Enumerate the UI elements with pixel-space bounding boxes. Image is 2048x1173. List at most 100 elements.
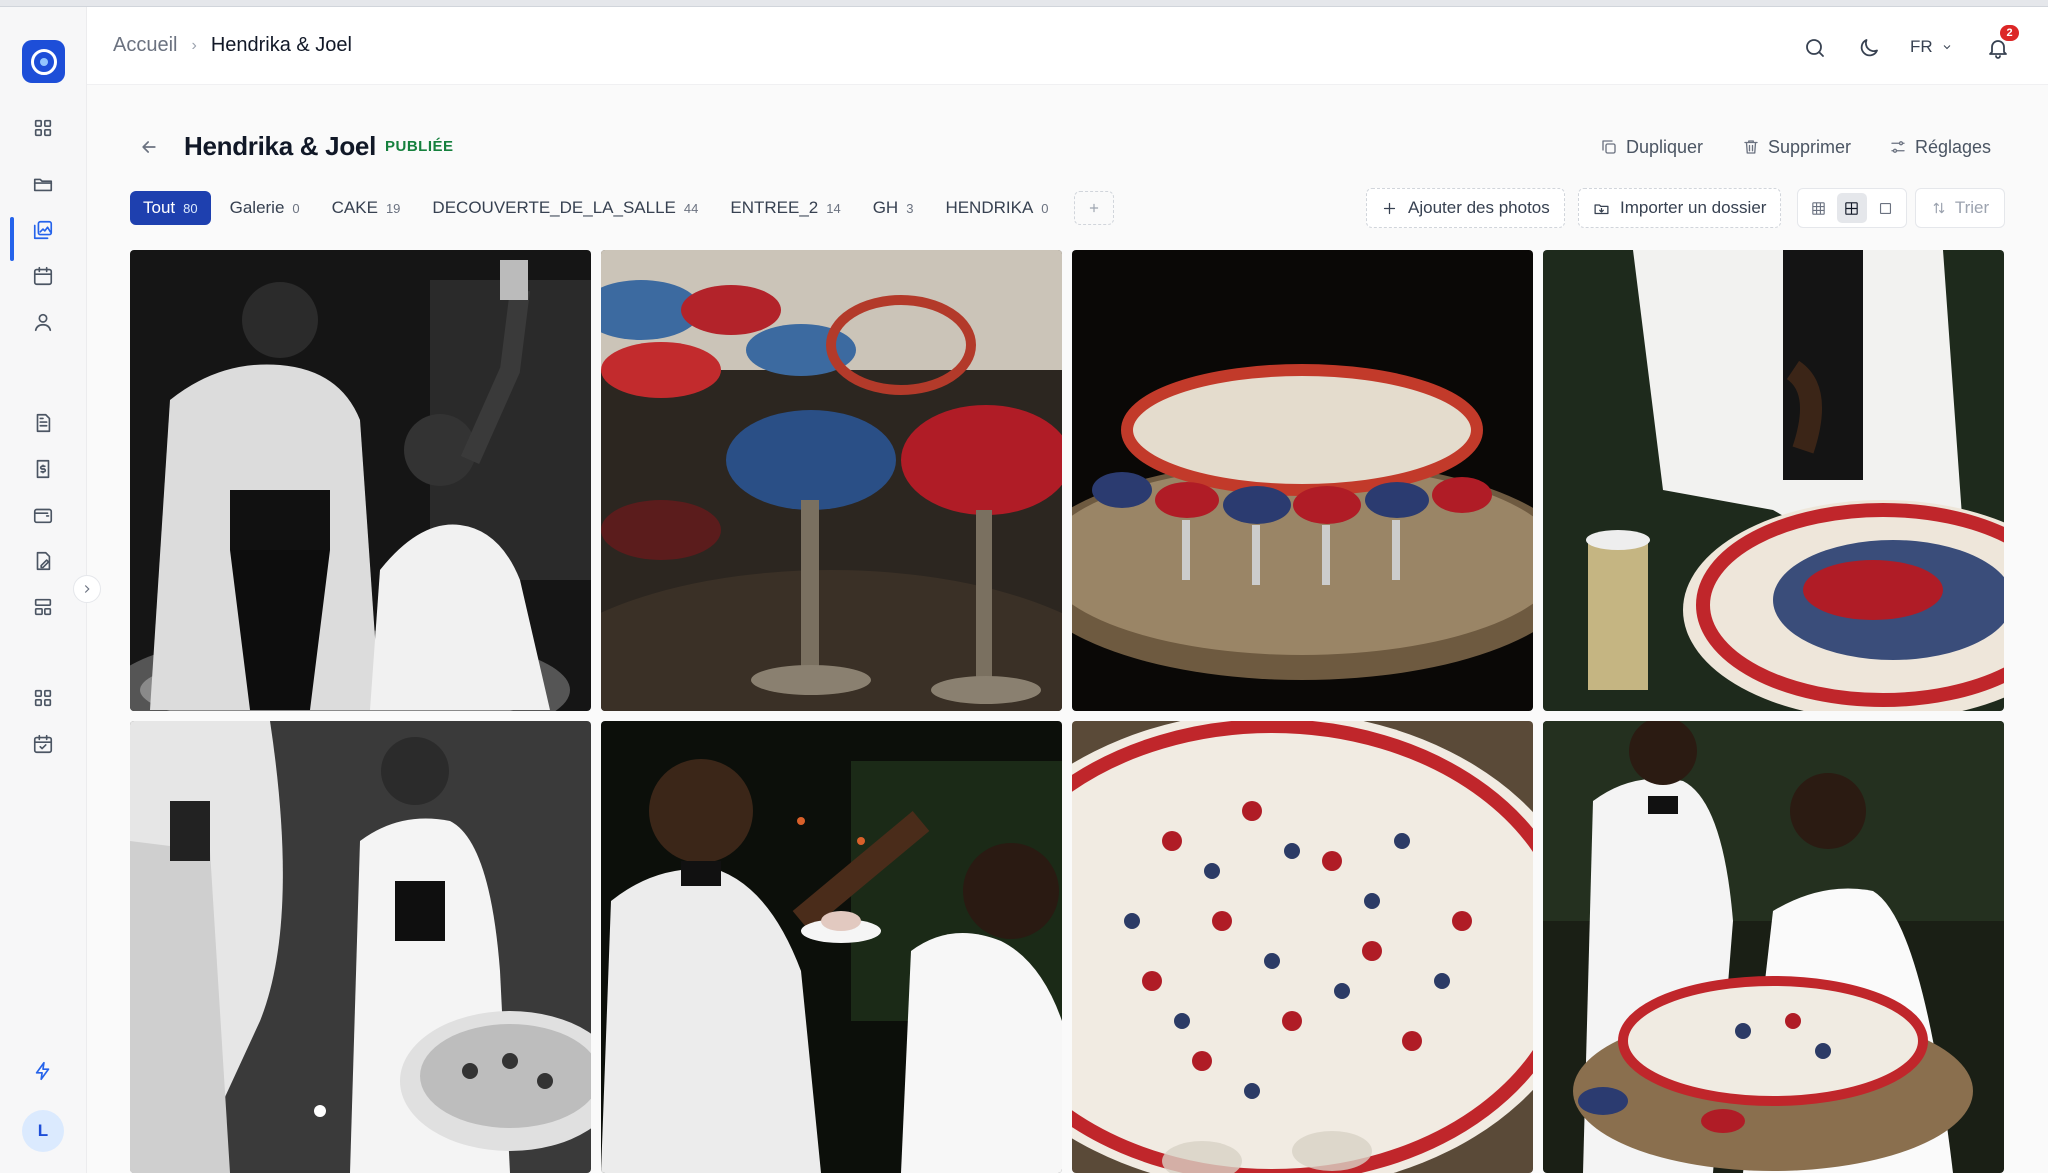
chevron-down-icon	[1943, 45, 1951, 50]
language-label: FR	[1910, 37, 1933, 56]
language-select[interactable]: FR	[1910, 37, 1953, 57]
view-medium-grid-button[interactable]	[1836, 193, 1867, 223]
tab-count: 0	[1041, 200, 1049, 216]
top-header: Accueil › Hendrika & Joel FR 2	[87, 7, 2048, 85]
notifications-bell-icon[interactable]: 2	[1984, 25, 2019, 62]
dark-mode-icon[interactable]	[1855, 34, 1883, 62]
view-large-button[interactable]	[1870, 193, 1900, 223]
add-photos-label: Ajouter des photos	[1408, 198, 1550, 217]
tab-label: Tout	[143, 198, 176, 217]
photo-thumbnail[interactable]	[601, 250, 1062, 711]
search-icon[interactable]	[1801, 34, 1829, 62]
app-logo[interactable]	[22, 40, 65, 83]
photo-cake-with-champagne	[1543, 250, 2004, 711]
delete-label: Supprimer	[1768, 136, 1852, 157]
add-photos-button[interactable]: Ajouter des photos	[1366, 188, 1565, 228]
tab-count: 44	[683, 200, 699, 216]
plus-icon	[1383, 202, 1396, 214]
notifications-badge: 2	[2000, 25, 2019, 41]
avatar[interactable]: L	[22, 1110, 64, 1152]
apps-icon[interactable]	[30, 685, 56, 711]
tab-label: DECOUVERTE_DE_LA_SALLE	[432, 198, 676, 217]
sidebar-active-indicator	[10, 217, 14, 261]
tab-gh[interactable]: GH 3	[860, 191, 927, 225]
logo-ring-icon	[30, 48, 57, 75]
window-top-edge	[0, 0, 2048, 7]
sidebar-expand-button[interactable]	[73, 575, 101, 603]
page-title: Hendrika & Joel	[184, 131, 377, 161]
square-icon	[1879, 202, 1891, 214]
tab-galerie[interactable]: Galerie 0	[217, 191, 313, 225]
photo-berries-glasses	[601, 250, 1062, 711]
tab-label: Galerie	[229, 198, 285, 217]
tab-entree-2[interactable]: ENTREE_2 14	[717, 191, 853, 225]
grid-small-icon	[1812, 201, 1825, 215]
sliders-icon	[1891, 141, 1905, 153]
view-size-toggle	[1797, 188, 1907, 228]
chevron-right-icon	[84, 585, 90, 593]
document-icon[interactable]	[30, 410, 56, 436]
breadcrumb: Accueil › Hendrika & Joel	[113, 34, 352, 57]
folder-icon[interactable]	[30, 171, 56, 197]
tab-cake[interactable]: CAKE 19	[319, 191, 414, 225]
galleries-icon[interactable]	[30, 217, 56, 243]
photo-thumbnail[interactable]	[1543, 250, 2004, 711]
arrow-left-icon	[142, 141, 156, 153]
photo-couple-serving-cake	[1543, 721, 2004, 1173]
status-badge: PUBLIÉE	[385, 138, 454, 155]
sort-button[interactable]: Trier	[1915, 188, 2005, 228]
import-folder-label: Importer un dossier	[1620, 198, 1767, 217]
breadcrumb-separator: ›	[191, 36, 197, 54]
sort-arrows-icon	[1933, 202, 1945, 214]
tab-tout[interactable]: Tout 80	[130, 191, 211, 225]
breadcrumb-current: Hendrika & Joel	[210, 34, 352, 56]
tab-hendrika[interactable]: HENDRIKA 0	[932, 191, 1061, 225]
contract-icon[interactable]	[30, 548, 56, 574]
trash-icon	[1744, 140, 1758, 154]
photo-thumbnail[interactable]	[1072, 250, 1533, 711]
photo-thumbnail[interactable]	[130, 250, 591, 711]
bolt-icon[interactable]	[30, 1058, 56, 1084]
delete-button[interactable]: Supprimer	[1742, 132, 1851, 162]
tab-count: 3	[906, 200, 914, 216]
photo-thumbnail[interactable]	[1072, 721, 1533, 1173]
tab-label: GH	[872, 198, 899, 217]
settings-button[interactable]: Réglages	[1889, 132, 1991, 162]
wallet-icon[interactable]	[30, 502, 56, 528]
folder-import-icon	[1594, 203, 1609, 214]
sort-label: Trier	[1954, 198, 1990, 217]
photo-thumbnail[interactable]	[130, 721, 591, 1173]
tab-label: ENTREE_2	[730, 198, 819, 217]
photo-thumbnail[interactable]	[601, 721, 1062, 1173]
add-folder-button[interactable]	[1073, 191, 1114, 225]
user-icon[interactable]	[30, 309, 56, 335]
photo-groom-fed-cake	[601, 721, 1062, 1173]
tab-count: 19	[385, 200, 401, 216]
layout-icon[interactable]	[30, 594, 56, 620]
photo-cake-table-dark	[1072, 250, 1533, 711]
plus-icon	[1089, 203, 1098, 213]
photo-bw-couple-toast	[130, 250, 591, 711]
grid-medium-icon	[1845, 201, 1859, 215]
tab-count: 14	[826, 200, 841, 216]
copy-icon	[1602, 140, 1616, 154]
photo-bw-guests-cake	[130, 721, 591, 1173]
folder-tabs: Tout 80 Galerie 0 CAKE 19 DECOUVERTE_DE_…	[130, 191, 1114, 225]
photo-cake-closeup	[1072, 721, 1533, 1173]
import-folder-button[interactable]: Importer un dossier	[1578, 188, 1782, 228]
tab-label: HENDRIKA	[945, 198, 1034, 217]
breadcrumb-home-link[interactable]: Accueil	[113, 34, 177, 57]
calendar-check-icon[interactable]	[30, 731, 56, 757]
back-button[interactable]	[136, 134, 162, 160]
tab-count: 80	[183, 200, 198, 216]
photo-thumbnail[interactable]	[1543, 721, 2004, 1173]
settings-label: Réglages	[1915, 136, 1992, 157]
duplicate-button[interactable]: Dupliquer	[1600, 132, 1703, 162]
tab-decouverte-de-la-salle[interactable]: DECOUVERTE_DE_LA_SALLE 44	[419, 191, 711, 225]
dashboard-icon[interactable]	[30, 115, 56, 141]
tab-count: 0	[292, 200, 300, 216]
calendar-icon[interactable]	[30, 263, 56, 289]
duplicate-label: Dupliquer	[1626, 136, 1704, 157]
invoice-icon[interactable]	[30, 456, 56, 482]
view-small-grid-button[interactable]	[1804, 193, 1834, 223]
